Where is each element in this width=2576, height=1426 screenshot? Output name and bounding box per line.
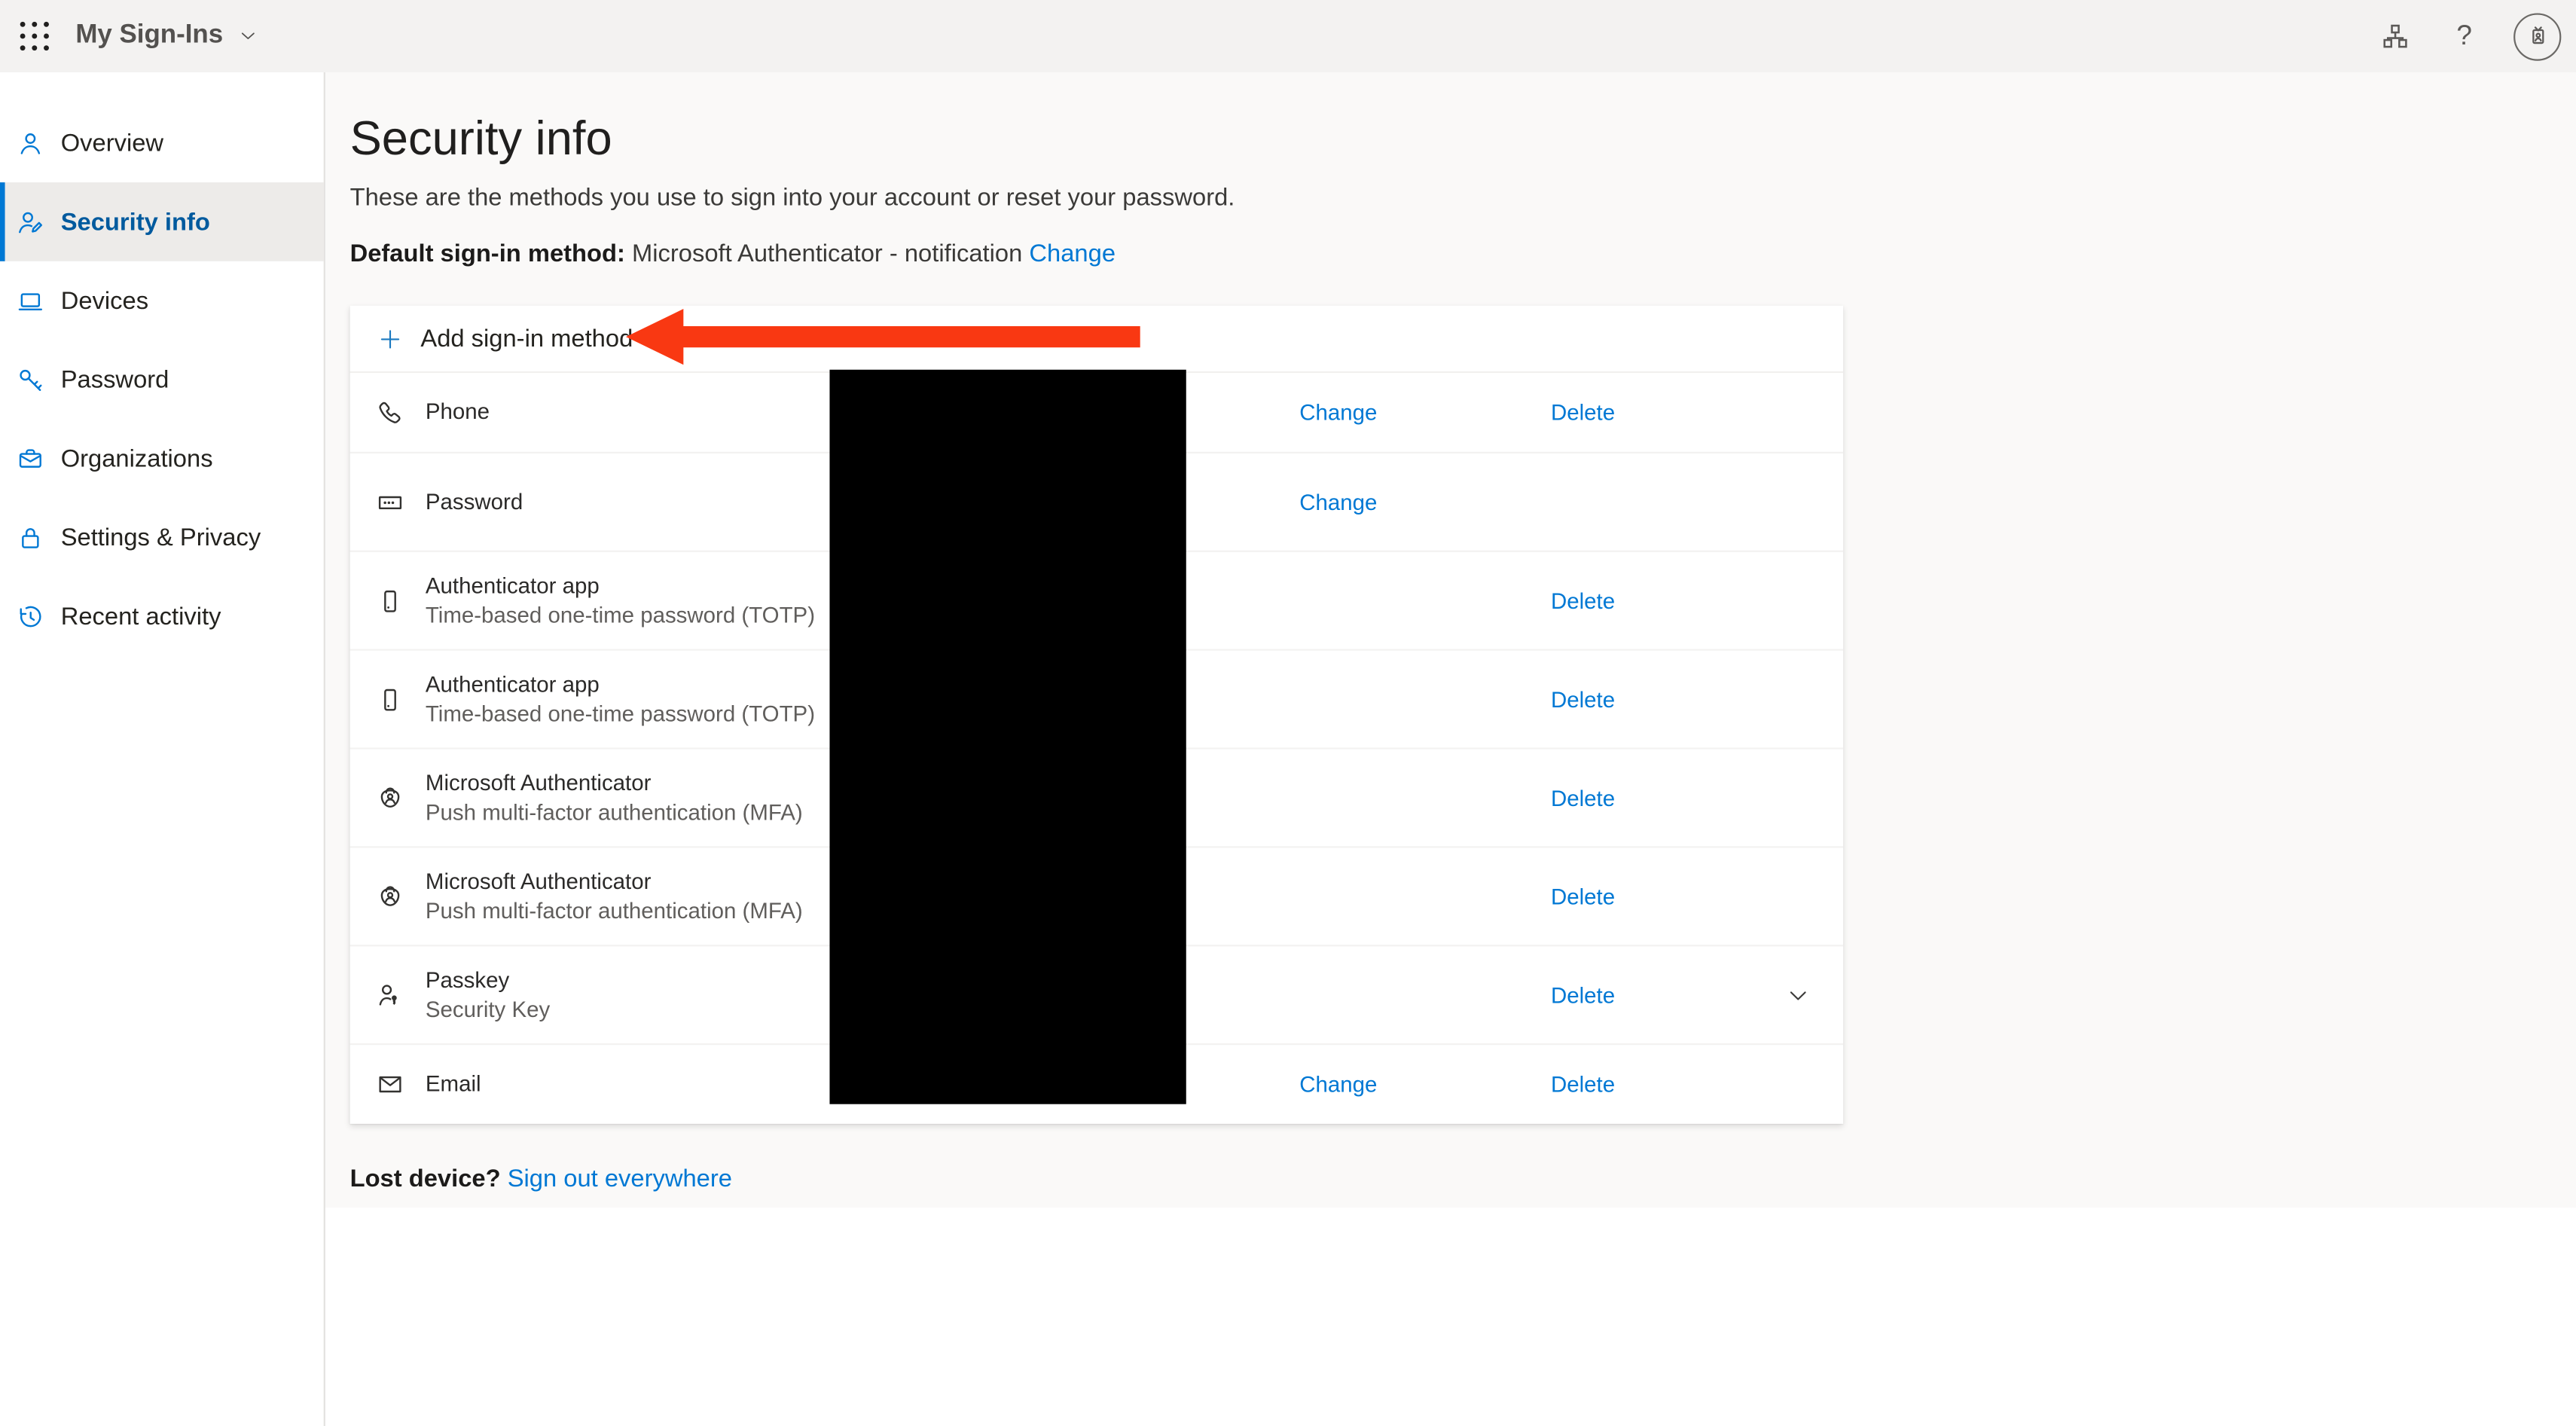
add-sign-in-method-label: Add sign-in method [420, 325, 633, 353]
person-edit-icon [17, 208, 44, 236]
delete-link-email[interactable]: Delete [1551, 1072, 1615, 1097]
delete-link-passkey[interactable]: Delete [1551, 982, 1615, 1007]
change-link-phone[interactable]: Change [1299, 400, 1377, 425]
redaction-overlay [829, 370, 1186, 1104]
sidebar-item-password[interactable]: Password [0, 340, 324, 419]
help-button[interactable]: ? [2434, 0, 2494, 72]
sidebar-item-settings-privacy[interactable]: Settings & Privacy [0, 498, 324, 577]
ms-authenticator-icon [376, 783, 404, 811]
delete-link-phone[interactable]: Delete [1551, 400, 1615, 425]
delete-link-authenticator-app[interactable]: Delete [1551, 588, 1615, 613]
method-name: Authenticator app [426, 670, 815, 699]
change-link-email[interactable]: Change [1299, 1072, 1377, 1097]
lost-device-label: Lost device? [350, 1165, 501, 1192]
help-icon: ? [2456, 20, 2472, 53]
key-icon [17, 365, 44, 393]
sidebar-item-label: Devices [61, 287, 148, 315]
method-name: Phone [426, 398, 490, 427]
default-method-value: Microsoft Authenticator - notification [632, 240, 1022, 267]
sidebar-item-organizations[interactable]: Organizations [0, 419, 324, 498]
my-sign-ins-page: My Sign-Ins ? Overview Security info Devic… [0, 0, 2576, 1426]
method-name: Microsoft Authenticator [426, 867, 803, 896]
account-button[interactable] [2513, 12, 2561, 60]
sidebar: Overview Security info Devices Password Orga… [0, 72, 325, 1426]
chevron-down-icon[interactable] [1786, 982, 1811, 1007]
chevron-down-icon [238, 26, 258, 46]
method-name: Authenticator app [426, 571, 815, 600]
page-title: Security info [350, 108, 2576, 171]
plus-icon [378, 326, 403, 351]
default-method-line: Default sign-in method: Microsoft Authen… [350, 238, 2576, 271]
method-detail: Time-based one-time password (TOTP) [426, 699, 815, 728]
smartphone-icon [376, 686, 404, 713]
app-title-menu[interactable]: My Sign-Ins [75, 21, 258, 50]
app-title: My Sign-Ins [75, 21, 223, 50]
sidebar-item-label: Overview [61, 129, 163, 157]
sidebar-item-label: Recent activity [61, 602, 221, 630]
sidebar-item-label: Security info [61, 208, 210, 236]
account-badge-icon [2524, 23, 2550, 50]
method-name: Password [426, 487, 523, 517]
page-description: These are the methods you use to sign in… [350, 182, 2576, 215]
lost-device-line: Lost device? Sign out everywhere [350, 1163, 2576, 1196]
app-launcher-icon [20, 21, 49, 50]
delete-link-microsoft-authenticator[interactable]: Delete [1551, 786, 1615, 811]
password-box-icon [376, 488, 404, 516]
sitemap-icon [2380, 21, 2410, 50]
sidebar-item-label: Settings & Privacy [61, 524, 261, 551]
mail-icon [376, 1070, 404, 1098]
topbar-actions: ? [2366, 0, 2576, 72]
app-launcher-button[interactable] [8, 0, 61, 72]
sidebar-item-recent-activity[interactable]: Recent activity [0, 577, 324, 656]
delete-link-microsoft-authenticator[interactable]: Delete [1551, 884, 1615, 908]
ms-authenticator-icon [376, 882, 404, 910]
person-key-icon [376, 981, 404, 1009]
sidebar-item-overview[interactable]: Overview [0, 103, 324, 182]
method-name: Email [426, 1070, 481, 1099]
sidebar-nav: Overview Security info Devices Password Orga… [0, 72, 324, 655]
method-detail: Security Key [426, 995, 550, 1024]
sign-out-everywhere-link[interactable]: Sign out everywhere [508, 1165, 732, 1192]
sidebar-item-label: Organizations [61, 444, 213, 472]
phone-handset-icon [376, 398, 404, 426]
method-name: Passkey [426, 965, 550, 994]
smartphone-icon [376, 587, 404, 615]
method-detail: Push multi-factor authentication (MFA) [426, 896, 803, 926]
method-detail: Push multi-factor authentication (MFA) [426, 798, 803, 827]
sidebar-item-devices[interactable]: Devices [0, 261, 324, 340]
laptop-icon [17, 287, 44, 315]
history-icon [17, 602, 44, 630]
sidebar-item-security-info[interactable]: Security info [0, 182, 324, 261]
person-icon [17, 129, 44, 157]
sidebar-item-label: Password [61, 365, 169, 393]
method-detail: Time-based one-time password (TOTP) [426, 600, 815, 630]
main-content: Security info These are the methods you … [325, 72, 2576, 1208]
briefcase-icon [17, 444, 44, 472]
red-arrow-annotation [623, 306, 1146, 368]
topbar: My Sign-Ins ? [0, 0, 2576, 72]
method-name: Microsoft Authenticator [426, 768, 803, 798]
lock-icon [17, 524, 44, 551]
delete-link-authenticator-app[interactable]: Delete [1551, 687, 1615, 712]
default-method-change-link[interactable]: Change [1029, 240, 1116, 267]
sitemap-button[interactable] [2366, 0, 2425, 72]
default-method-label: Default sign-in method: [350, 240, 625, 267]
change-link-password[interactable]: Change [1299, 490, 1377, 515]
